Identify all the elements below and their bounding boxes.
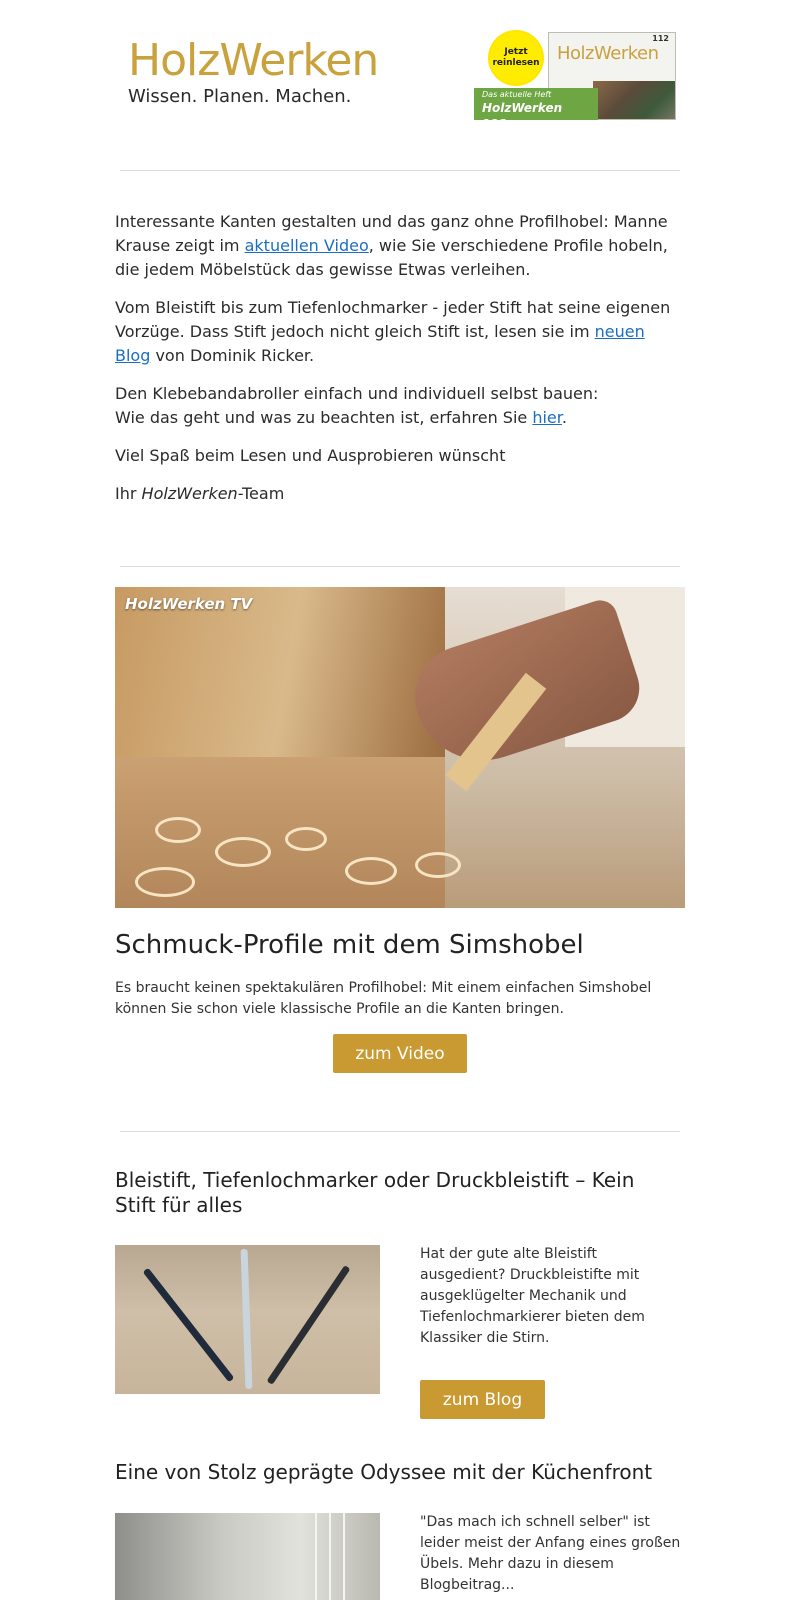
holzwerken-logo[interactable]: HolzWerken Wissen. Planen. Machen.: [128, 35, 379, 108]
here-link[interactable]: hier: [532, 408, 562, 427]
to-blog-button[interactable]: zum Blog: [420, 1380, 545, 1419]
current-issue-band: Das aktuelle Heft HolzWerken 112: [474, 88, 598, 131]
mechanical-pencil: [142, 1267, 235, 1383]
logo-wordmark: HolzWerken: [128, 35, 379, 86]
deep-hole-marker: [266, 1265, 351, 1385]
intro-p2-text: Vom Bleistift bis zum Tiefenlochmarker -…: [115, 298, 671, 341]
signature-prefix: Ihr: [115, 484, 142, 503]
band-caption: Das aktuelle Heft: [482, 90, 552, 99]
intro-p3-text: Wie das geht und was zu beachten ist, er…: [115, 408, 533, 427]
logo-tagline: Wissen. Planen. Machen.: [128, 86, 352, 107]
graphite-pencil: [240, 1248, 253, 1390]
intro-paragraph-blog: Vom Bleistift bis zum Tiefenlochmarker -…: [115, 296, 685, 368]
cover-issue-number: 112: [652, 34, 669, 43]
read-now-badge: Jetzt reinlesen: [490, 32, 542, 84]
wood-shaving: [155, 817, 201, 843]
intro-paragraph-video: Interessante Kanten gestalten und das ga…: [115, 210, 685, 282]
badge-line-2: reinlesen: [492, 58, 540, 68]
wood-shaving: [215, 837, 271, 867]
signature-brand: HolzWerken: [141, 484, 238, 503]
panel-groove: [343, 1513, 345, 1600]
pencils-thumbnail[interactable]: [115, 1245, 380, 1394]
video-description: Es braucht keinen spektakulären Profilho…: [115, 980, 652, 1017]
article-text-kitchen: "Das mach ich schnell selber" ist leider…: [420, 1514, 681, 1593]
wood-shaving: [415, 852, 461, 878]
magazine-promo[interactable]: 112 HolzWerken Jetzt reinlesen Das aktue…: [474, 32, 676, 131]
holzwerken-tv-label: HolzWerken TV: [125, 595, 253, 613]
intro-paragraph-tape: Den Klebebandabroller einfach und indivi…: [115, 382, 685, 430]
panel-groove: [329, 1513, 331, 1600]
wood-shaving: [285, 827, 327, 851]
article-text-pencils: Hat der gute alte Bleistift ausgedient? …: [420, 1246, 645, 1346]
panel-groove: [315, 1513, 317, 1600]
cover-photo: [593, 81, 675, 119]
article-title-kitchen[interactable]: Eine von Stolz geprägte Odyssee mit der …: [115, 1460, 675, 1485]
current-video-link[interactable]: aktuellen Video: [245, 236, 369, 255]
intro-p3-line1: Den Klebebandabroller einfach und indivi…: [115, 384, 599, 403]
intro-closing: Viel Spaß beim Lesen und Ausprobieren wü…: [115, 446, 506, 465]
article-title-pencils[interactable]: Bleistift, Tiefenlochmarker oder Druckbl…: [115, 1168, 675, 1218]
to-video-button[interactable]: zum Video: [333, 1034, 467, 1073]
wood-shaving: [345, 857, 397, 885]
badge-line-1: Jetzt: [504, 47, 528, 57]
video-title[interactable]: Schmuck-Profile mit dem Simshobel: [115, 930, 584, 960]
kitchen-front-thumbnail[interactable]: [115, 1513, 380, 1600]
band-issue-title: HolzWerken 112: [482, 101, 563, 131]
divider: [120, 1131, 680, 1132]
intro-text: Interessante Kanten gestalten und das ga…: [115, 210, 685, 520]
divider: [120, 566, 680, 567]
cover-title: HolzWerken: [557, 43, 659, 64]
wood-shaving: [135, 867, 195, 897]
newsletter: HolzWerken Wissen. Planen. Machen. 112 H…: [0, 0, 800, 1600]
video-thumbnail[interactable]: HolzWerken TV: [115, 587, 685, 908]
divider: [120, 170, 680, 171]
intro-p2-text-end: von Dominik Ricker.: [150, 346, 315, 365]
signature-suffix: -Team: [237, 484, 285, 503]
intro-p3-text-end: .: [561, 408, 567, 427]
intro-signature: Ihr HolzWerken-Team: [115, 482, 685, 506]
